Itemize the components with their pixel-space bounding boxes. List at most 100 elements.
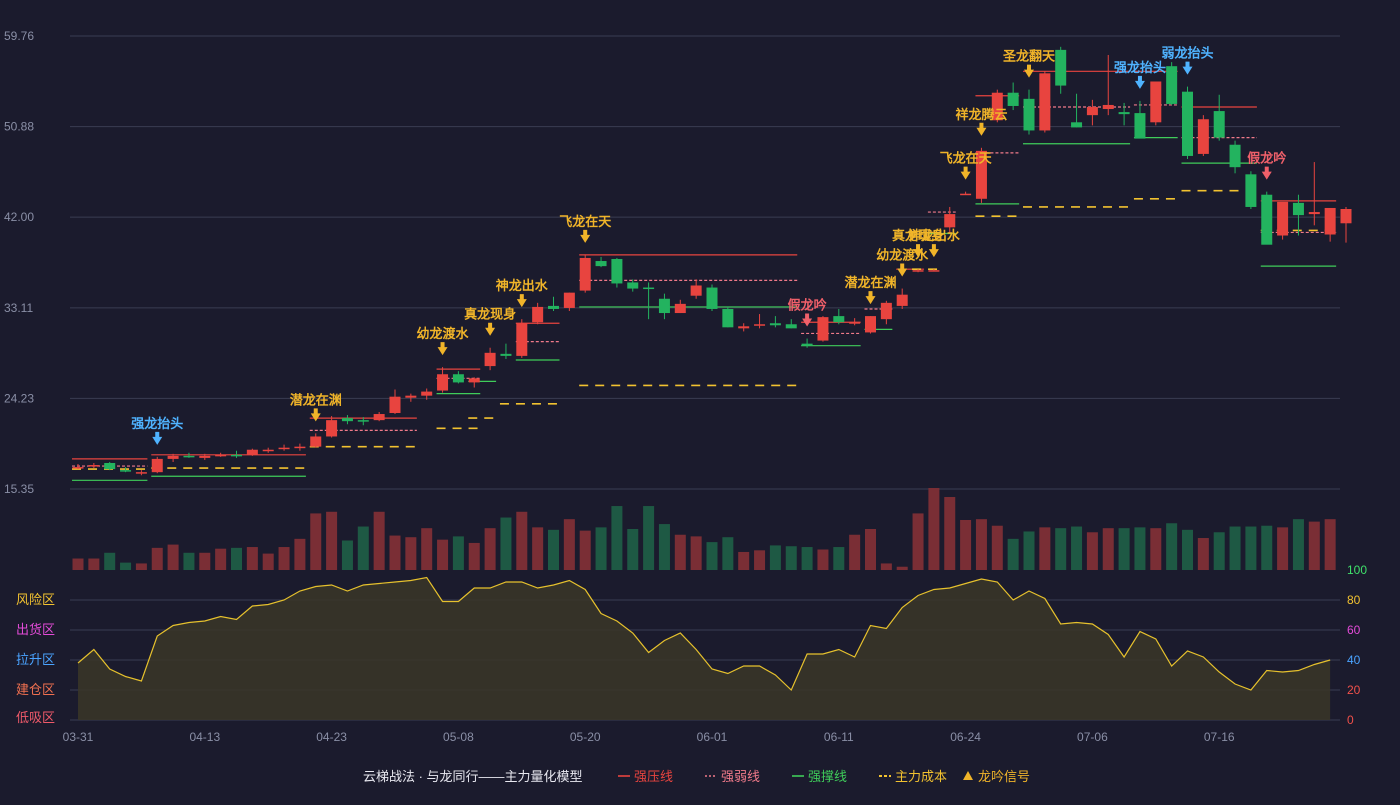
- volume-bar: [1118, 528, 1130, 570]
- candle-body: [706, 287, 718, 309]
- volume-bar: [944, 497, 956, 570]
- price-grid: [70, 35, 1340, 490]
- candle-body: [658, 298, 670, 314]
- volume-bar: [151, 547, 163, 570]
- signal-label: 飞龙在天: [559, 214, 612, 229]
- volume-bar: [674, 534, 686, 570]
- candle-body: [643, 287, 655, 290]
- volume-bar: [690, 536, 702, 570]
- price-tick-label: 24.23: [4, 391, 34, 405]
- volume-bar: [405, 537, 417, 570]
- candle-body: [437, 374, 449, 391]
- volume-bar: [1166, 523, 1178, 570]
- candle-body: [1071, 122, 1083, 128]
- volume-bar: [72, 558, 84, 570]
- volume-bar: [801, 547, 813, 570]
- signal-label: 圣龙翻天: [1003, 49, 1056, 64]
- signal-label: 强龙抬头: [1114, 60, 1166, 75]
- volume-bar: [262, 553, 274, 570]
- volume-bar: [104, 552, 116, 570]
- candle-body: [516, 323, 528, 356]
- oscillator-panel: 100 80 60 40 20 0 风险区出货区拉升区建仓区低吸区: [16, 563, 1367, 727]
- osc-zone-label: 低吸区: [16, 710, 55, 725]
- candle-body: [373, 414, 385, 421]
- candle-body: [1023, 98, 1035, 131]
- candle-body: [579, 257, 591, 291]
- candle-body: [769, 323, 781, 326]
- candle-body: [928, 270, 940, 272]
- volume-bar: [1229, 526, 1241, 570]
- volume-bar: [1055, 528, 1067, 570]
- osc-tick-label: 100: [1347, 563, 1367, 577]
- osc-zone-label: 风险区: [16, 592, 55, 607]
- date-tick-label: 06-24: [950, 730, 981, 744]
- signal-arrow: [976, 122, 987, 136]
- candle-body: [231, 454, 242, 457]
- candle-body: [389, 396, 401, 414]
- volume-bar: [437, 539, 449, 570]
- candle-body: [563, 292, 575, 308]
- candle-body: [1055, 49, 1067, 86]
- date-tick-label: 04-23: [316, 730, 347, 744]
- candle-body: [960, 193, 972, 196]
- volume-bar: [817, 549, 829, 570]
- price-tick-label: 59.76: [4, 29, 34, 43]
- signal-arrow: [580, 229, 591, 243]
- signal-arrow: [437, 342, 448, 356]
- candle-body: [1102, 104, 1114, 110]
- candle-body: [88, 465, 100, 467]
- volume-bar: [1023, 531, 1035, 570]
- legend-title: 云梯战法 · 与龙同行——主力量化模型: [363, 769, 583, 784]
- osc-tick-label: 80: [1347, 593, 1361, 607]
- candle-body: [944, 214, 956, 228]
- volume-bar: [991, 525, 1003, 570]
- signal-arrow: [865, 291, 876, 305]
- volume-bar: [706, 542, 718, 570]
- signal-arrow: [897, 263, 908, 277]
- legend-label: 强压线: [634, 769, 673, 784]
- candle-body: [1166, 66, 1178, 104]
- volume-bar: [960, 519, 972, 570]
- candles: [72, 46, 1352, 476]
- volume-bar: [975, 519, 987, 570]
- legend-swatch-signal: [963, 771, 973, 780]
- candle-body: [468, 378, 480, 383]
- date-tick-label: 03-31: [63, 730, 94, 744]
- volume-bar: [896, 566, 908, 570]
- candle-body: [548, 305, 559, 309]
- signal-label: 真龙现身: [464, 307, 516, 322]
- osc-tick-label: 20: [1347, 683, 1361, 697]
- candle-body: [183, 455, 195, 458]
- signal-label: 潜龙在渊: [290, 392, 342, 407]
- volume-bar: [1213, 532, 1225, 570]
- candle-body: [1261, 194, 1273, 245]
- candle-body: [167, 455, 179, 459]
- candle-body: [72, 467, 84, 469]
- candle-body: [1229, 144, 1241, 168]
- volume-bar: [326, 511, 338, 570]
- price-tick-label: 50.88: [4, 120, 34, 134]
- signal-arrow: [1182, 61, 1193, 75]
- price-tick-label: 42.00: [4, 210, 34, 224]
- volume-bar: [278, 547, 290, 570]
- signal-label: 弱龙抬头: [1161, 46, 1213, 61]
- legend-label: 强撑线: [808, 769, 847, 784]
- legend-label: 龙吟信号: [978, 769, 1030, 784]
- osc-zone-label: 建仓区: [16, 682, 55, 697]
- volume-bar: [167, 544, 179, 570]
- candle-body: [674, 303, 686, 314]
- candle-body: [880, 302, 892, 320]
- signal-label: 潜龙在渊: [844, 275, 896, 290]
- candle-body: [896, 294, 908, 306]
- date-tick-label: 05-20: [570, 730, 601, 744]
- osc-area: [78, 577, 1331, 720]
- volume-bar: [563, 519, 575, 570]
- signal-arrow: [152, 431, 163, 445]
- signal-arrow: [1134, 75, 1145, 89]
- candle-body: [135, 472, 147, 474]
- volume-bar: [1324, 519, 1336, 570]
- volume-bar: [199, 552, 211, 570]
- volume-bar: [215, 548, 227, 570]
- candle-body: [405, 395, 417, 398]
- candle-body: [452, 374, 464, 383]
